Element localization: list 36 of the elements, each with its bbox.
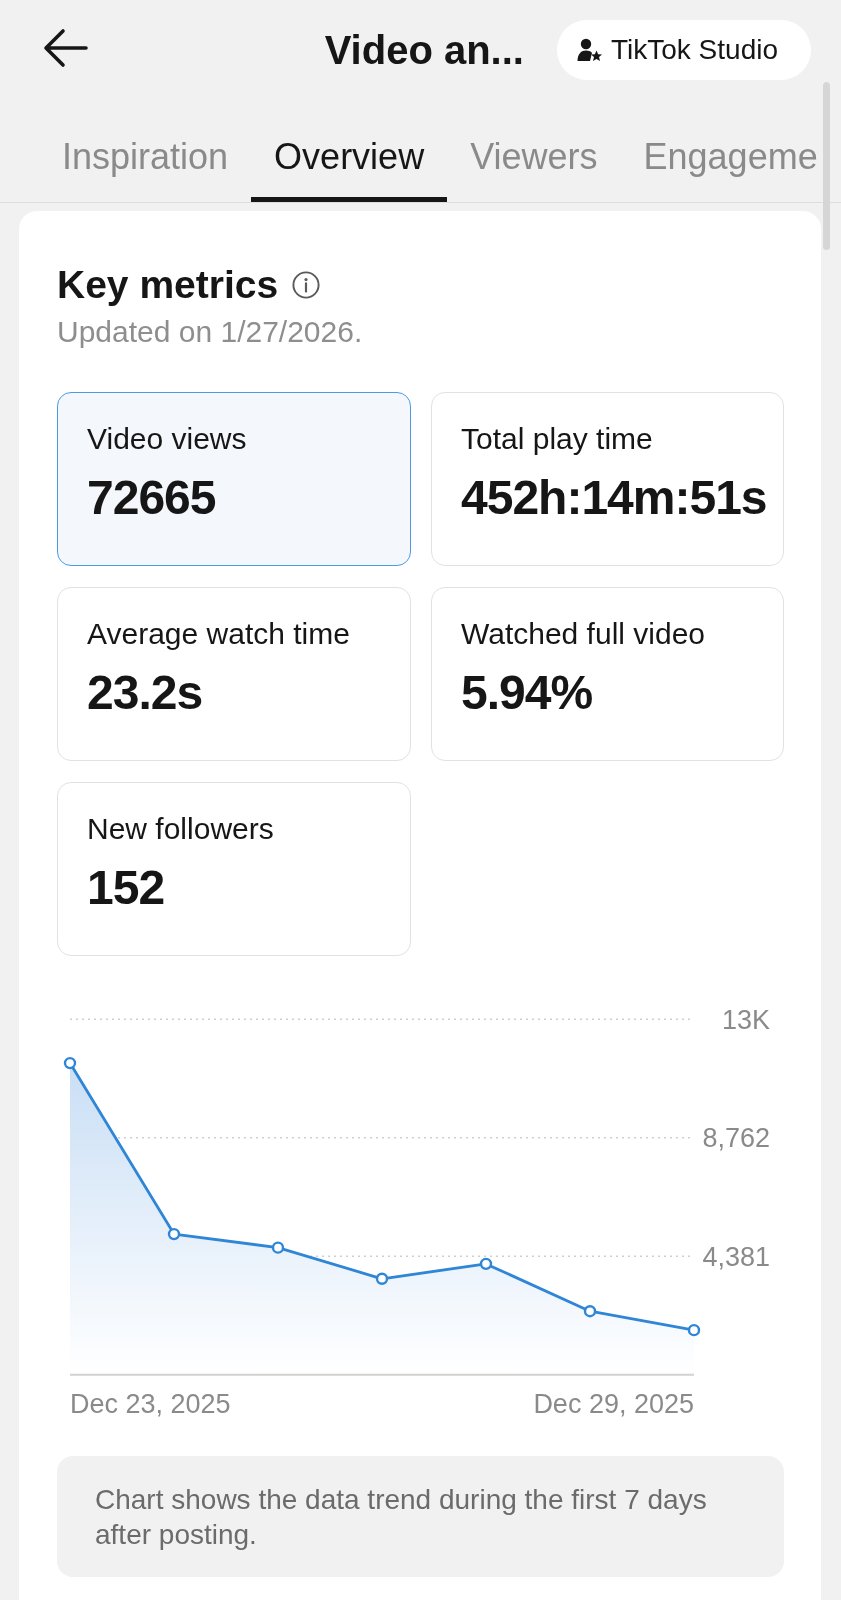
tab[interactable]: Overview [251, 100, 448, 202]
updated-date: Updated on 1/27/2026. [57, 315, 364, 349]
tiktok-studio-button[interactable]: TikTok Studio [556, 20, 811, 80]
metric-value: 452h:14m:51s [461, 471, 768, 525]
info-icon[interactable] [292, 271, 321, 299]
end-date-label: Dec 29, 2025 [533, 1388, 694, 1419]
metric-label: Total play time [461, 423, 654, 455]
start-date-label: Dec 23, 2025 [70, 1388, 231, 1419]
section-title: Key metrics [57, 265, 279, 305]
data-point [479, 1257, 493, 1271]
data-point [63, 1056, 77, 1070]
y-axis-label: 4,381 [702, 1241, 770, 1272]
data-point [583, 1305, 597, 1318]
metric-label: Average watch time [87, 618, 351, 650]
metric-card[interactable]: New followers 152 [57, 782, 411, 956]
metric-value: 23.2s [87, 666, 204, 720]
metric-label: New followers [87, 813, 275, 845]
metric-card[interactable]: Average watch time 23.2s [57, 587, 411, 761]
data-point [167, 1227, 181, 1241]
data-point [375, 1272, 389, 1285]
metric-value: 72665 [87, 471, 217, 525]
page-title: Video an... [324, 27, 524, 73]
metric-card[interactable]: Watched full video 5.94% [431, 587, 784, 761]
chart-note: Chart shows the data trend during the first 7 days after posting. [57, 1456, 784, 1577]
person-star-icon [576, 38, 603, 62]
metric-label: Video views [87, 423, 248, 455]
back-icon[interactable] [42, 28, 88, 68]
y-axis-label: 8,762 [702, 1123, 770, 1154]
metric-card[interactable]: Video views 72665 [57, 392, 411, 566]
y-axis-label: 13K [721, 1004, 770, 1035]
metric-value: 5.94% [461, 666, 594, 720]
metric-card[interactable]: Total play time 452h:14m:51s [431, 392, 784, 566]
data-point [271, 1241, 285, 1254]
data-point [687, 1323, 701, 1337]
metric-value: 152 [87, 861, 166, 915]
metric-label: Watched full video [461, 618, 706, 650]
